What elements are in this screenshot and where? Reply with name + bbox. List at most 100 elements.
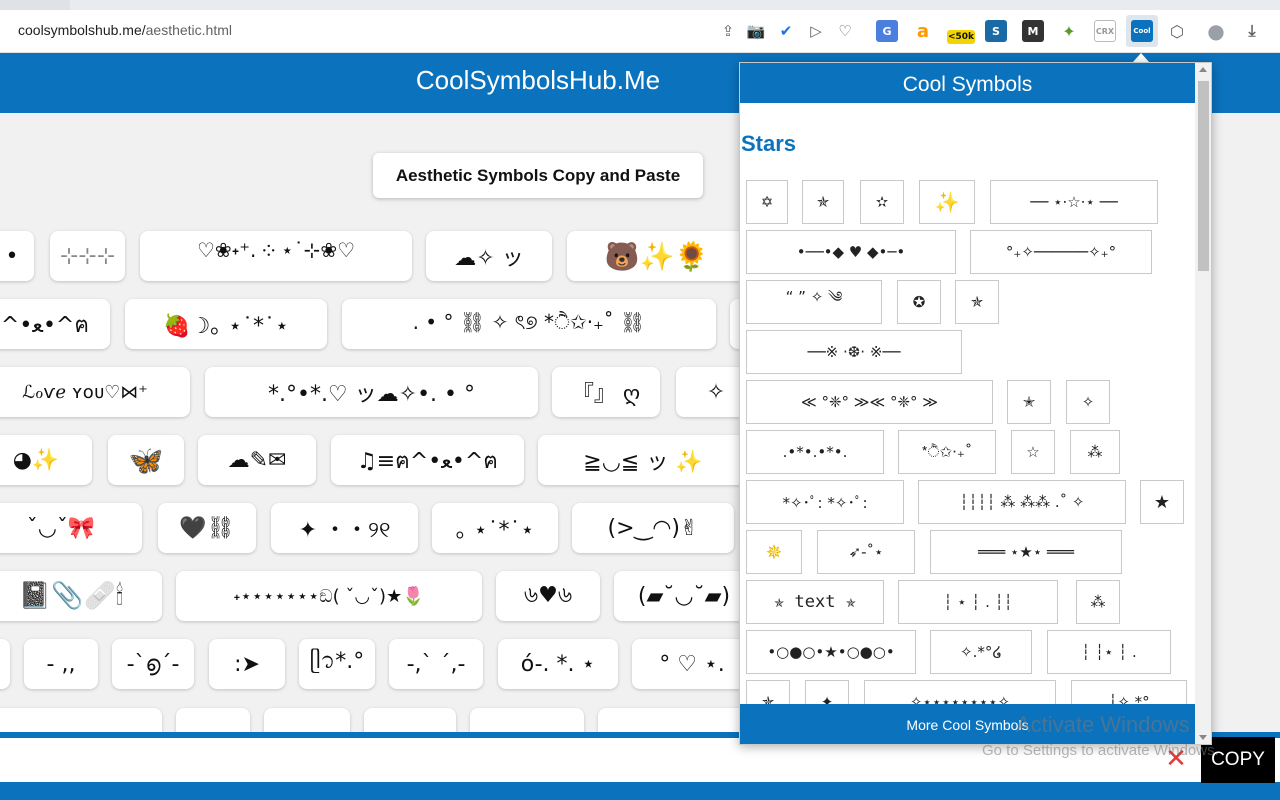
scroll-down-icon[interactable]: [1199, 735, 1207, 740]
popup-symbol-button[interactable]: ┆┆┆┆ ⁂ ⁂⁂ .˚ ✧: [918, 480, 1126, 524]
symbol-card[interactable]: [0, 708, 162, 732]
popup-symbol-button[interactable]: ✭: [1007, 380, 1051, 424]
crx-extension-icon[interactable]: CRX: [1094, 20, 1116, 42]
popup-symbol-button[interactable]: ✯: [746, 680, 790, 704]
symbol-card[interactable]: :➤: [209, 639, 285, 689]
popup-symbol-button[interactable]: ➶-˚⋆: [817, 530, 915, 574]
symbol-card[interactable]: ｡ ⋆˙*˙⋆: [432, 503, 558, 553]
address-bar[interactable]: coolsymbolshub.me/aesthetic.html ⇪ 📷 ✔ ▷…: [0, 10, 1280, 53]
shield-icon[interactable]: ✔: [775, 20, 797, 42]
symbol-card[interactable]: ⊹⊹⊹: [50, 231, 125, 281]
symbol-card[interactable]: ó-. *. ⋆: [498, 639, 618, 689]
popup-symbol-button[interactable]: ≪ °❈° ≫≪ °❈° ≫: [746, 380, 993, 424]
symbol-card[interactable]: 📓📎🩹🕯: [0, 571, 162, 621]
camera-icon[interactable]: 📷: [745, 20, 767, 42]
symbol-card[interactable]: . • ° ⛓ ✧ ৎ୭ *ੈ✩‧₊˚ ⛓: [342, 299, 716, 349]
popup-symbol-button[interactable]: ── ⋆⋅☆⋅⋆ ──: [990, 180, 1158, 224]
symbol-card[interactable]: 🦋: [108, 435, 184, 485]
cool-symbols-extension-icon[interactable]: Cool: [1131, 20, 1153, 42]
symbol-card[interactable]: ≧◡≦ ッ ✨: [538, 435, 748, 485]
activate-windows-subtitle: Go to Settings to activate Windows.: [982, 742, 1219, 759]
popup-symbol-button[interactable]: ✧.*°໒: [930, 630, 1032, 674]
symbol-card[interactable]: *.°•*.♡ ッ☁✧•. • °: [205, 367, 538, 417]
symbol-card[interactable]: ♫≡ฅ^•ﻌ•^ฅ: [331, 435, 524, 485]
popup-symbol-button[interactable]: ✵: [746, 530, 802, 574]
symbol-card[interactable]: ˇ◡ˇ🎀: [0, 503, 142, 553]
symbol-card[interactable]: ˖⋆⋆⋆⋆⋆⋆⋆ඞ( ˇ◡ˇ)★🌷: [176, 571, 482, 621]
popup-symbol-button[interactable]: ✨: [919, 180, 975, 224]
popup-symbol-button[interactable]: ★: [1140, 480, 1184, 524]
scrollbar-thumb[interactable]: [1198, 81, 1209, 271]
profile-avatar-icon[interactable]: ●: [1205, 19, 1227, 43]
symbol-card[interactable]: ° ♡ ⋆.: [632, 639, 752, 689]
symbol-card[interactable]: 🐻✨🌻: [567, 231, 747, 281]
popup-symbol-button[interactable]: ┆ ┆⋆ ┆ .: [1047, 630, 1171, 674]
symbol-card[interactable]: (>‿◠)✌: [572, 503, 734, 553]
popup-symbol-button[interactable]: ☆: [1011, 430, 1055, 474]
symbol-card[interactable]: •: [0, 231, 34, 281]
url-text[interactable]: coolsymbolshub.me/aesthetic.html: [18, 22, 232, 38]
popup-symbol-button[interactable]: ✯ text ✯: [746, 580, 884, 624]
box-icon[interactable]: ⬡: [1166, 20, 1188, 42]
m-extension-icon[interactable]: M: [1022, 20, 1044, 42]
symbol-card[interactable]: ℒℴѵℯ ʏᴏᴜ♡⋈⁺: [0, 367, 190, 417]
download-icon[interactable]: ⤓: [1241, 20, 1263, 42]
popup-symbol-button[interactable]: “ ” ✧ ༄: [746, 280, 882, 324]
symbol-card[interactable]: ◕✨: [0, 435, 92, 485]
symbol-card[interactable]: ☁✧ ッ: [426, 231, 552, 281]
symbol-card[interactable]: [264, 708, 350, 732]
symbol-card[interactable]: ✦ ・・୨୧: [271, 503, 418, 553]
symbol-card[interactable]: ^•ﻌ•^ฅ: [0, 299, 110, 349]
symbol-card[interactable]: 🖤⛓: [158, 503, 256, 553]
popup-symbol-button[interactable]: ┆ ⋆ ┆ . ┆┆: [898, 580, 1058, 624]
s-extension-icon[interactable]: S: [985, 20, 1007, 42]
symbol-card[interactable]: -,ˋ ˊ,-: [389, 639, 483, 689]
browser-tab-strip: [0, 0, 1280, 10]
translate-extension-icon[interactable]: G: [876, 20, 898, 42]
heart-icon[interactable]: ♡: [834, 20, 856, 42]
symbol-card[interactable]: 🍓☽｡ ⋆˙*˙⋆: [125, 299, 327, 349]
symbol-card[interactable]: - ,,: [24, 639, 98, 689]
symbol-card[interactable]: 『』 ღ: [552, 367, 660, 417]
popup-symbol-button[interactable]: .•*•.•*•.: [746, 430, 884, 474]
popup-symbol-button[interactable]: ✡: [746, 180, 788, 224]
popup-symbol-button[interactable]: ✯: [802, 180, 844, 224]
popup-symbol-button[interactable]: ──※ ·❆· ※──: [746, 330, 962, 374]
popup-symbol-button[interactable]: ═══ ⋆★⋆ ═══: [930, 530, 1122, 574]
symbol-card[interactable]: [470, 708, 584, 732]
symbol-card[interactable]: [176, 708, 250, 732]
puzzle-extension-icon[interactable]: ✦: [1058, 20, 1080, 42]
popup-symbol-button[interactable]: °₊✧──────✧₊°: [970, 230, 1152, 274]
site-footer: [0, 782, 1280, 800]
popup-symbol-button[interactable]: ✦: [805, 680, 849, 704]
popup-symbol-button[interactable]: ✧: [1066, 380, 1110, 424]
symbol-card[interactable]: ˙: [0, 639, 10, 689]
popup-symbol-list[interactable]: Stars ✡ ✯ ✫ ✨ ── ⋆⋅☆⋅⋆ ── •──•◆ ♥ ◆•─• °…: [740, 103, 1195, 704]
symbol-card[interactable]: [364, 708, 456, 732]
popup-scrollbar[interactable]: [1195, 63, 1211, 744]
popup-symbol-button[interactable]: ✧⋆⋆⋆⋆⋆⋆⋆⋆✧: [864, 680, 1056, 704]
popup-symbol-button[interactable]: ✯: [955, 280, 999, 324]
popup-symbol-button[interactable]: ┆✧.*°: [1071, 680, 1187, 704]
popup-symbol-button[interactable]: ✫: [860, 180, 904, 224]
popup-symbol-button[interactable]: •○●○•★•○●○•: [746, 630, 916, 674]
popup-symbol-button[interactable]: •──•◆ ♥ ◆•─•: [746, 230, 956, 274]
popup-symbol-button[interactable]: ✪: [897, 280, 941, 324]
symbol-card[interactable]: -`൭´-: [112, 639, 194, 689]
scroll-up-icon[interactable]: [1199, 67, 1207, 72]
popup-symbol-button[interactable]: *✧･ﾟ: *✧･ﾟ:: [746, 480, 904, 524]
popup-symbol-button[interactable]: ⁂: [1076, 580, 1120, 624]
url-path: aesthetic.html: [145, 22, 232, 38]
symbol-card[interactable]: (▰˘◡˘▰): [614, 571, 754, 621]
popup-symbol-button[interactable]: ⁂: [1070, 430, 1120, 474]
symbol-card[interactable]: ᥫ᭡*.°: [299, 639, 375, 689]
popup-symbol-button[interactable]: *ੈ✩‧₊˚: [898, 430, 996, 474]
symbol-card[interactable]: ♡❀˖⁺. ༶ ⋆˙⊹❀♡: [140, 231, 412, 281]
symbol-card[interactable]: ☁✎✉: [198, 435, 316, 485]
share-icon[interactable]: ⇪: [717, 20, 739, 42]
amazon-extension-icon[interactable]: a: [912, 20, 934, 42]
send-icon[interactable]: ▷: [805, 20, 827, 42]
symbol-card[interactable]: [598, 708, 748, 732]
symbol-card[interactable]: ৬♥৬: [496, 571, 600, 621]
ranking-extension-icon[interactable]: <50k: [947, 30, 975, 44]
